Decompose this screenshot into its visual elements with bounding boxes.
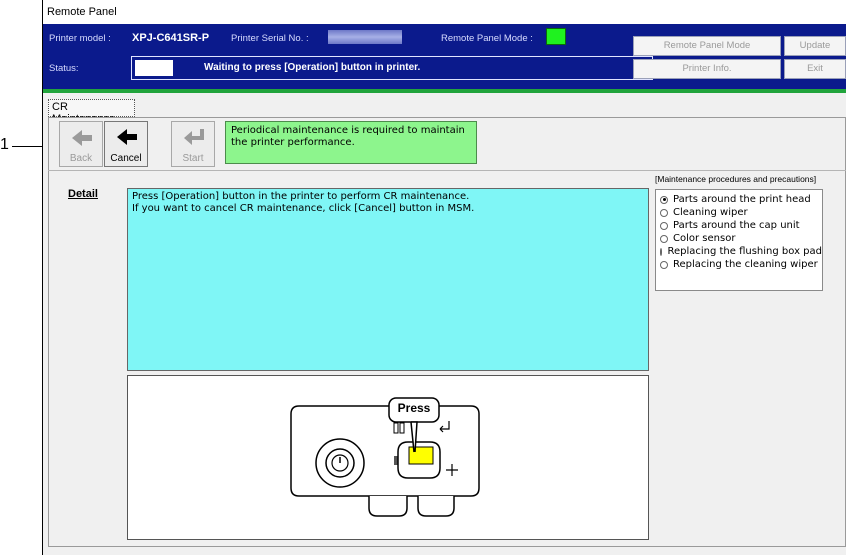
procedure-label: Parts around the print head: [673, 194, 811, 205]
header-panel: Printer model : XPJ-C641SR-P Printer Ser…: [43, 24, 846, 90]
detail-text-box: Press [Operation] button in the printer …: [127, 188, 649, 371]
exit-button[interactable]: Exit: [784, 59, 846, 79]
procedure-label: Replacing the flushing box pad: [667, 246, 822, 257]
detail-label: Detail: [68, 188, 98, 200]
printer-info-button[interactable]: Printer Info.: [633, 59, 781, 79]
back-arrow-icon: [72, 130, 92, 146]
procedure-item-color-sensor[interactable]: Color sensor: [660, 232, 822, 245]
detail-line-2: If you want to cancel CR maintenance, cl…: [132, 203, 475, 214]
radio-selected-icon: [660, 195, 668, 204]
procedure-item-print-head[interactable]: Parts around the print head: [660, 193, 822, 206]
header-divider: [43, 89, 846, 93]
procedure-item-replace-cleaning-wiper[interactable]: Replacing the cleaning wiper: [660, 258, 822, 271]
remote-mode-label: Remote Panel Mode :: [441, 33, 533, 44]
status-indicator: [135, 60, 173, 76]
procedure-item-flushing-box-pad[interactable]: Replacing the flushing box pad: [660, 245, 822, 258]
procedures-list: Parts around the print head Cleaning wip…: [655, 189, 823, 291]
window-title: Remote Panel: [47, 6, 117, 18]
procedure-label: Cleaning wiper: [673, 207, 748, 218]
procedure-item-cleaning-wiper[interactable]: Cleaning wiper: [660, 206, 822, 219]
procedure-label: Replacing the cleaning wiper: [673, 259, 818, 270]
radio-icon: [660, 247, 663, 256]
serial-value-masked: [328, 30, 402, 44]
cancel-label: Cancel: [110, 153, 142, 164]
procedure-label: Color sensor: [673, 233, 736, 244]
start-label: Start: [182, 153, 204, 164]
radio-icon: [660, 208, 668, 217]
tab-cr-maintenance[interactable]: CR Maintenance: [48, 99, 135, 125]
update-button[interactable]: Update: [784, 36, 846, 56]
procedure-item-cap-unit[interactable]: Parts around the cap unit: [660, 219, 822, 232]
serial-label: Printer Serial No. :: [231, 33, 309, 44]
operation-panel-illustration: Press: [127, 375, 649, 540]
radio-icon: [660, 234, 668, 243]
cancel-arrow-icon: [117, 129, 137, 145]
back-button[interactable]: Back: [59, 121, 103, 167]
printer-model-value: XPJ-C641SR-P: [132, 32, 210, 44]
back-label: Back: [69, 153, 93, 164]
start-button[interactable]: Start: [171, 121, 215, 167]
remote-panel-window: Remote Panel Printer model : XPJ-C641SR-…: [42, 0, 846, 555]
cancel-button[interactable]: Cancel: [104, 121, 148, 167]
printer-model-label: Printer model :: [49, 33, 111, 44]
enter-arrow-icon: [184, 129, 204, 145]
procedures-header: [Maintenance procedures and precautions]: [655, 174, 817, 184]
detail-line-1: Press [Operation] button in the printer …: [132, 191, 470, 202]
press-label: Press: [397, 401, 431, 415]
radio-icon: [660, 260, 668, 269]
procedure-label: Parts around the cap unit: [673, 220, 800, 231]
remote-panel-mode-button[interactable]: Remote Panel Mode: [633, 36, 781, 56]
maintenance-message: Periodical maintenance is required to ma…: [225, 121, 477, 164]
radio-icon: [660, 221, 668, 230]
remote-mode-indicator: [546, 28, 566, 45]
printer-panel-diagram: [290, 397, 480, 517]
callout-number: 1: [0, 136, 9, 153]
title-bar: Remote Panel: [43, 0, 846, 25]
status-message: Waiting to press [Operation] button in p…: [204, 62, 421, 73]
status-label: Status:: [49, 63, 79, 74]
